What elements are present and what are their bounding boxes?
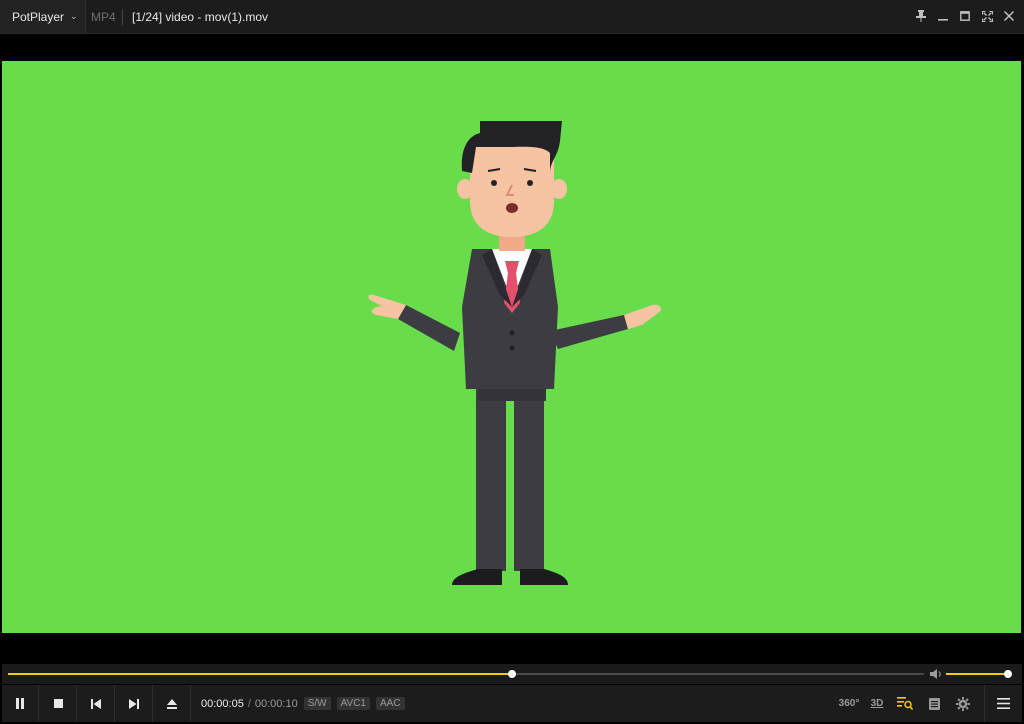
chapter-list-icon xyxy=(928,697,940,710)
decoder-badge[interactable]: S/W xyxy=(303,697,331,710)
volume-handle[interactable] xyxy=(1004,670,1012,678)
chevron-down-icon: ⌄ xyxy=(70,11,78,21)
next-button[interactable] xyxy=(116,685,153,722)
volume-icon[interactable] xyxy=(929,667,943,681)
format-label: MP4 xyxy=(91,10,116,24)
seek-bar-row xyxy=(2,664,1022,684)
eject-icon xyxy=(167,698,177,709)
volume-slider[interactable] xyxy=(946,670,1012,678)
vr-360-label: 360° xyxy=(838,698,860,709)
gear-icon xyxy=(956,696,970,711)
maximize-icon[interactable] xyxy=(956,6,974,26)
vr-360-button[interactable]: 360° xyxy=(838,685,860,722)
time-separator: / xyxy=(247,697,251,710)
3d-button[interactable]: 3D xyxy=(866,685,888,722)
app-menu-button[interactable]: PotPlayer ⌄ xyxy=(0,0,86,33)
playlist-search-icon xyxy=(897,697,913,710)
seek-progress xyxy=(8,673,512,675)
playlist-search-button[interactable] xyxy=(895,685,915,722)
fullscreen-icon[interactable] xyxy=(978,6,996,26)
cartoon-man-illustration xyxy=(368,121,661,585)
app-name: PotPlayer xyxy=(12,9,65,24)
seek-handle[interactable] xyxy=(507,670,516,678)
time-display: 00:00:05 / 00:00:10 S/W AVC1 AAC xyxy=(201,697,405,710)
pause-icon xyxy=(16,698,24,709)
window-title: [1/24] video - mov(1).mov xyxy=(132,10,269,24)
pin-icon[interactable] xyxy=(912,6,930,26)
control-bar: 00:00:05 / 00:00:10 S/W AVC1 AAC 360° 3D xyxy=(2,685,1022,722)
minimize-icon[interactable] xyxy=(934,6,952,26)
video-frame[interactable] xyxy=(2,61,1021,633)
close-icon[interactable] xyxy=(1000,6,1018,26)
stop-icon xyxy=(53,699,63,708)
settings-button[interactable] xyxy=(953,685,973,722)
chapter-button[interactable] xyxy=(924,685,944,722)
window-controls xyxy=(912,6,1018,26)
previous-button[interactable] xyxy=(78,685,115,722)
stop-button[interactable] xyxy=(40,685,77,722)
open-file-button[interactable] xyxy=(154,685,191,722)
main-menu-button[interactable] xyxy=(984,685,1022,722)
pause-button[interactable] xyxy=(2,685,39,722)
duration: 00:00:10 xyxy=(254,697,298,710)
audio-codec-badge[interactable]: AAC xyxy=(376,697,405,710)
title-divider xyxy=(122,9,123,25)
skip-next-icon xyxy=(129,698,139,709)
video-codec-badge[interactable]: AVC1 xyxy=(336,697,370,710)
skip-previous-icon xyxy=(91,698,101,709)
title-bar: PotPlayer ⌄ MP4 [1/24] video - mov(1).mo… xyxy=(0,0,1024,34)
hamburger-menu-icon xyxy=(997,698,1010,709)
volume-level xyxy=(946,673,1008,675)
3d-label: 3D xyxy=(870,698,884,709)
current-time: 00:00:05 xyxy=(201,697,244,710)
seek-bar[interactable] xyxy=(8,670,924,678)
